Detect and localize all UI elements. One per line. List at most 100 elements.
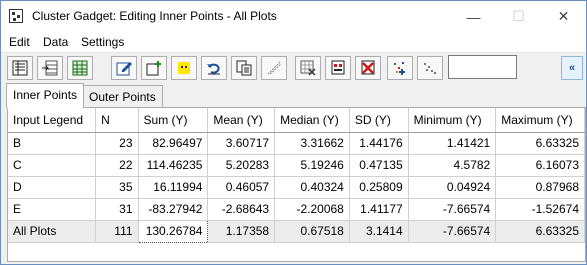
table-cell[interactable]: 4.5782: [408, 154, 497, 177]
table-cell[interactable]: 0.25809: [349, 176, 409, 199]
undo-button[interactable]: [201, 56, 227, 80]
column-header[interactable]: SD (Y): [349, 108, 409, 133]
window-title: Cluster Gadget: Editing Inner Points - A…: [32, 9, 277, 23]
toolbar: «: [1, 53, 586, 83]
table-cell[interactable]: 0.46057: [207, 176, 276, 199]
app-icon: [9, 9, 23, 23]
table-cell[interactable]: -7.66574: [408, 198, 497, 221]
table-cell[interactable]: -1.52674: [495, 198, 585, 221]
mask-cluster-icon: [331, 60, 345, 75]
draw-line-icon: [267, 61, 282, 75]
edit-cluster-button[interactable]: [111, 56, 137, 80]
table-cell[interactable]: 3.60717: [207, 132, 276, 155]
insert-rows-button[interactable]: [37, 56, 63, 80]
add-cluster-icon: [146, 61, 161, 76]
menu-data[interactable]: Data: [43, 35, 68, 49]
minimize-button[interactable]: —: [451, 1, 496, 32]
title-bar[interactable]: Cluster Gadget: Editing Inner Points - A…: [1, 1, 586, 32]
draw-line-button[interactable]: [261, 56, 287, 80]
table-row[interactable]: D 35 16.11994 0.46057 0.40324 0.25809 0.…: [8, 176, 585, 199]
select-points-button[interactable]: [387, 56, 413, 80]
table-cell[interactable]: 0.47135: [349, 154, 409, 177]
table-row[interactable]: B 23 82.96497 3.60717 3.31662 1.44176 1.…: [8, 132, 585, 155]
total-row[interactable]: All Plots 111 130.26784 1.17358 0.67518 …: [8, 219, 585, 243]
table-cell[interactable]: 114.46235: [138, 154, 209, 177]
menu-edit[interactable]: Edit: [9, 35, 30, 49]
delete-cluster-button[interactable]: [355, 56, 381, 80]
table-cell[interactable]: -7.66574: [408, 220, 497, 243]
table-cell[interactable]: 5.20283: [207, 154, 276, 177]
add-cluster-button[interactable]: [141, 56, 167, 80]
table-cell[interactable]: B: [8, 132, 97, 155]
table-cell[interactable]: 0.87968: [495, 176, 585, 199]
table-button[interactable]: [67, 56, 93, 80]
tab-strip: Inner Points Outer Points: [1, 83, 586, 108]
table-cell[interactable]: -2.68643: [207, 198, 276, 221]
table-cell[interactable]: 6.63325: [495, 220, 585, 243]
mask-points-button[interactable]: [295, 56, 321, 80]
table-cell[interactable]: 5.19246: [274, 154, 350, 177]
tab-outer-points[interactable]: Outer Points: [82, 85, 163, 107]
table-icon: [72, 60, 88, 76]
collapse-toolbar-button[interactable]: «: [561, 56, 583, 80]
app-window: Cluster Gadget: Editing Inner Points - A…: [0, 0, 587, 265]
table-cell[interactable]: 1.41421: [408, 132, 497, 155]
close-button[interactable]: ✕: [541, 1, 586, 32]
column-header[interactable]: Input Legend: [8, 108, 97, 133]
toolbar-input[interactable]: [448, 55, 517, 79]
maximize-button[interactable]: ☐: [496, 1, 541, 32]
table-cell[interactable]: C: [8, 154, 97, 177]
table-cell[interactable]: 82.96497: [138, 132, 209, 155]
table-row[interactable]: E 31 -83.27942 -2.68643 -2.20068 1.41177…: [8, 198, 585, 221]
table-cell[interactable]: 1.44176: [349, 132, 409, 155]
table-cell[interactable]: 111: [95, 220, 139, 243]
table-cell[interactable]: 6.63325: [495, 132, 585, 155]
table-cell[interactable]: 0.40324: [274, 176, 350, 199]
cluster-points-icon: [424, 63, 436, 74]
menu-settings[interactable]: Settings: [81, 35, 124, 49]
delete-cluster-icon: [361, 60, 375, 75]
table-cell[interactable]: D: [8, 176, 97, 199]
table-cell[interactable]: 0.04924: [408, 176, 497, 199]
table-cell[interactable]: -83.27942: [138, 198, 209, 221]
column-header[interactable]: Sum (Y): [138, 108, 209, 133]
edit-cluster-icon: [116, 62, 132, 76]
table-cell[interactable]: 22: [95, 154, 139, 177]
table-cell[interactable]: 6.16073: [495, 154, 585, 177]
table-cell[interactable]: 31: [95, 198, 139, 221]
extract-data-icon: [12, 60, 28, 76]
column-header[interactable]: Median (Y): [274, 108, 350, 133]
column-header[interactable]: N: [95, 108, 139, 133]
table-cell[interactable]: 0.67518: [274, 220, 350, 243]
column-header[interactable]: Minimum (Y): [408, 108, 497, 133]
statistics-table: Input Legend N Sum (Y) Mean (Y) Median (…: [7, 107, 586, 262]
highlight-button[interactable]: [171, 56, 197, 80]
highlight-icon: [178, 62, 190, 74]
menu-bar: Edit Data Settings: [1, 32, 586, 53]
table-cell[interactable]: -2.20068: [274, 198, 350, 221]
table-cell[interactable]: E: [8, 198, 97, 221]
table-cell[interactable]: 16.11994: [138, 176, 209, 199]
mask-cluster-button[interactable]: [325, 56, 351, 80]
table-cell[interactable]: 3.1414: [349, 220, 409, 243]
table-cell[interactable]: 1.17358: [207, 220, 276, 243]
table-cell[interactable]: 35: [95, 176, 139, 199]
column-header[interactable]: Maximum (Y): [495, 108, 585, 133]
table-header: Input Legend N Sum (Y) Mean (Y) Median (…: [8, 108, 585, 133]
mask-points-icon: [300, 60, 316, 76]
table-cell[interactable]: 1.41177: [349, 198, 409, 221]
column-header[interactable]: Mean (Y): [207, 108, 276, 133]
copy-icon: [236, 60, 252, 76]
table-row[interactable]: C 22 114.46235 5.20283 5.19246 0.47135 4…: [8, 154, 585, 177]
extract-data-button[interactable]: [7, 56, 33, 80]
table-cell[interactable]: 23: [95, 132, 139, 155]
copy-button[interactable]: [231, 56, 257, 80]
table-cell[interactable]: 3.31662: [274, 132, 350, 155]
table-cell[interactable]: All Plots: [8, 220, 97, 243]
cluster-points-button[interactable]: [417, 56, 443, 80]
undo-icon: [207, 63, 220, 75]
tab-inner-points[interactable]: Inner Points: [6, 83, 85, 108]
selected-cell[interactable]: 130.26784: [137, 219, 209, 243]
insert-rows-icon: [42, 60, 58, 76]
select-points-icon: [394, 62, 405, 75]
